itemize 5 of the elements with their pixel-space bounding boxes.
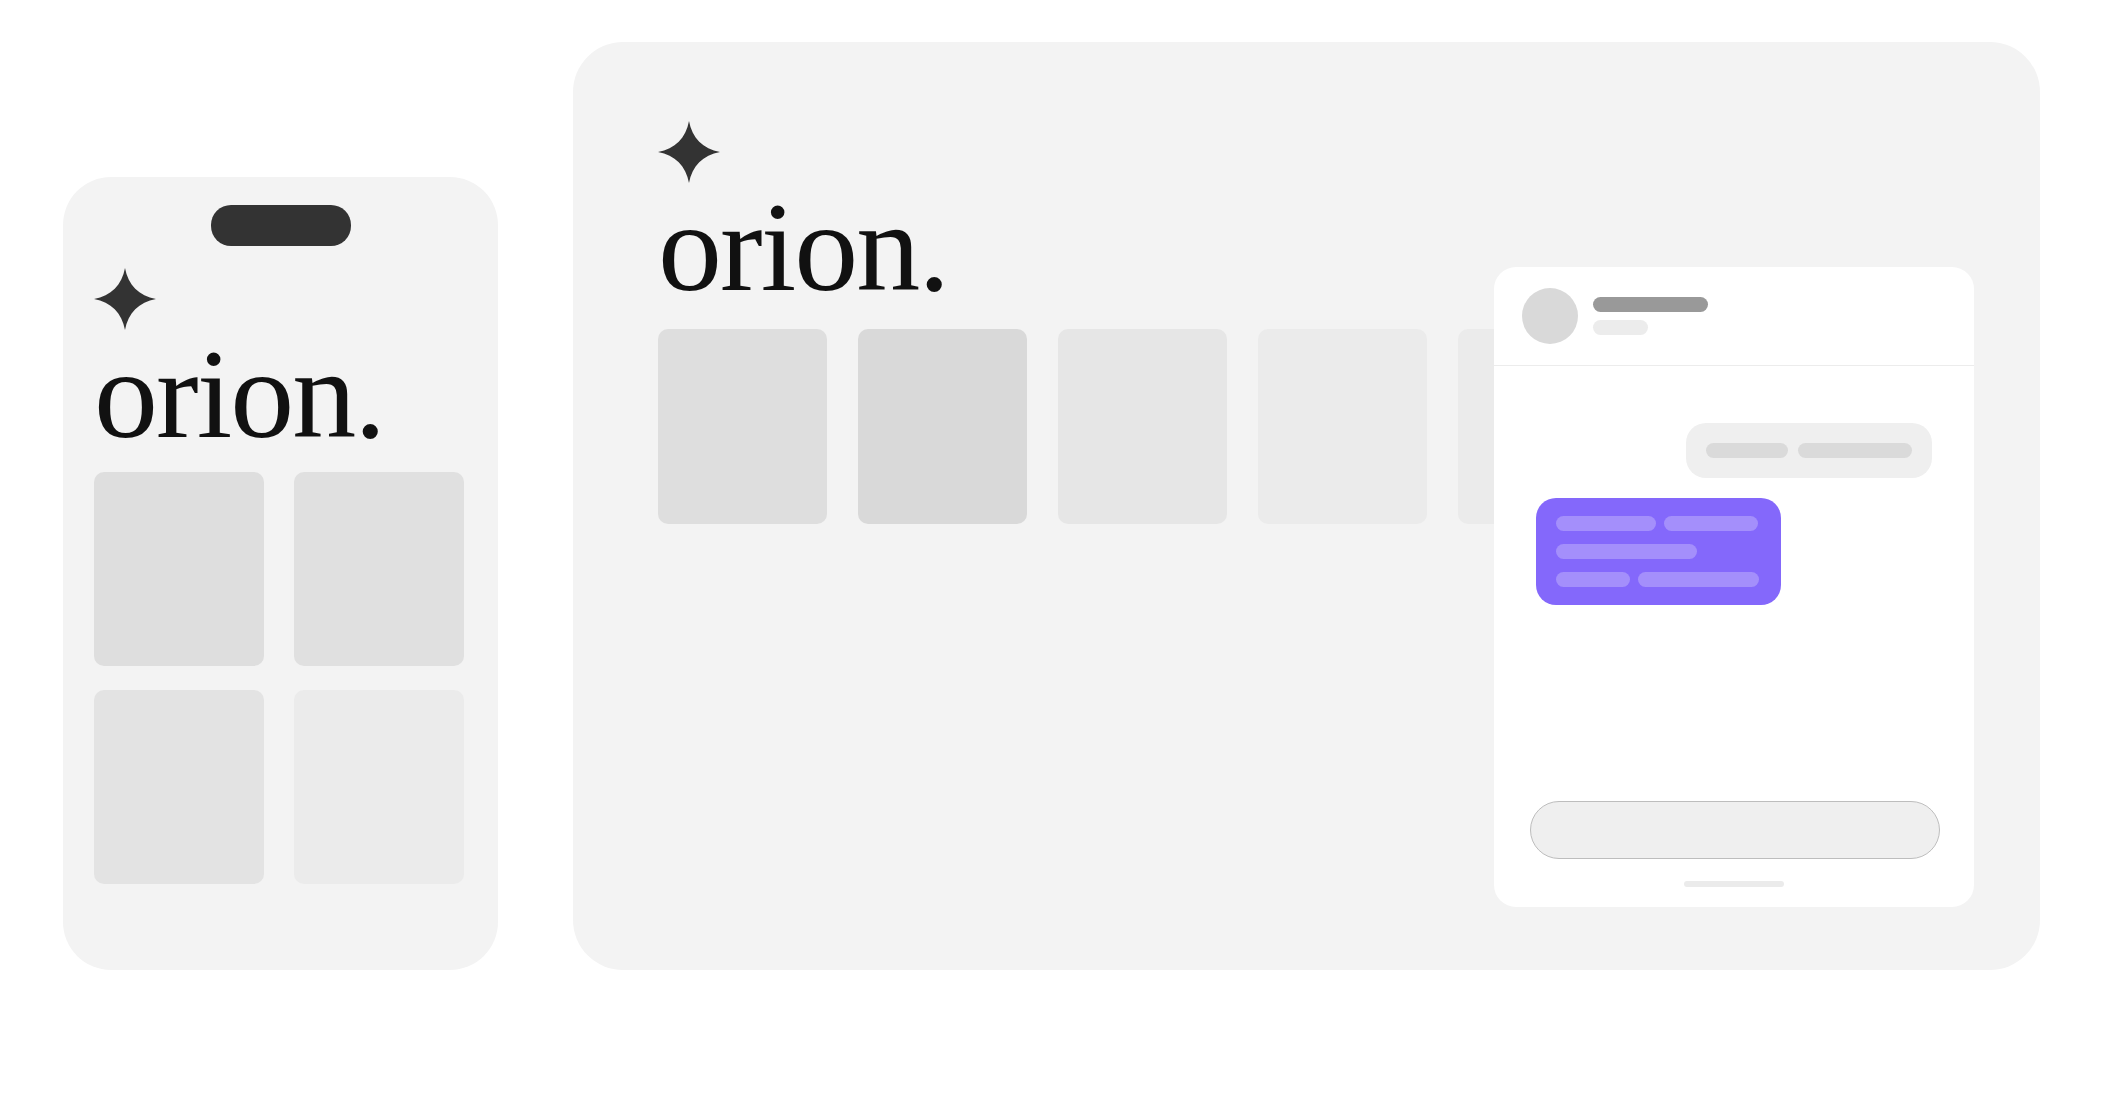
logo-text: orion. (658, 183, 949, 311)
sparkle-icon (658, 121, 720, 183)
avatar (1522, 288, 1578, 344)
sparkle-icon (94, 268, 156, 330)
logo-text: orion. (94, 330, 385, 458)
